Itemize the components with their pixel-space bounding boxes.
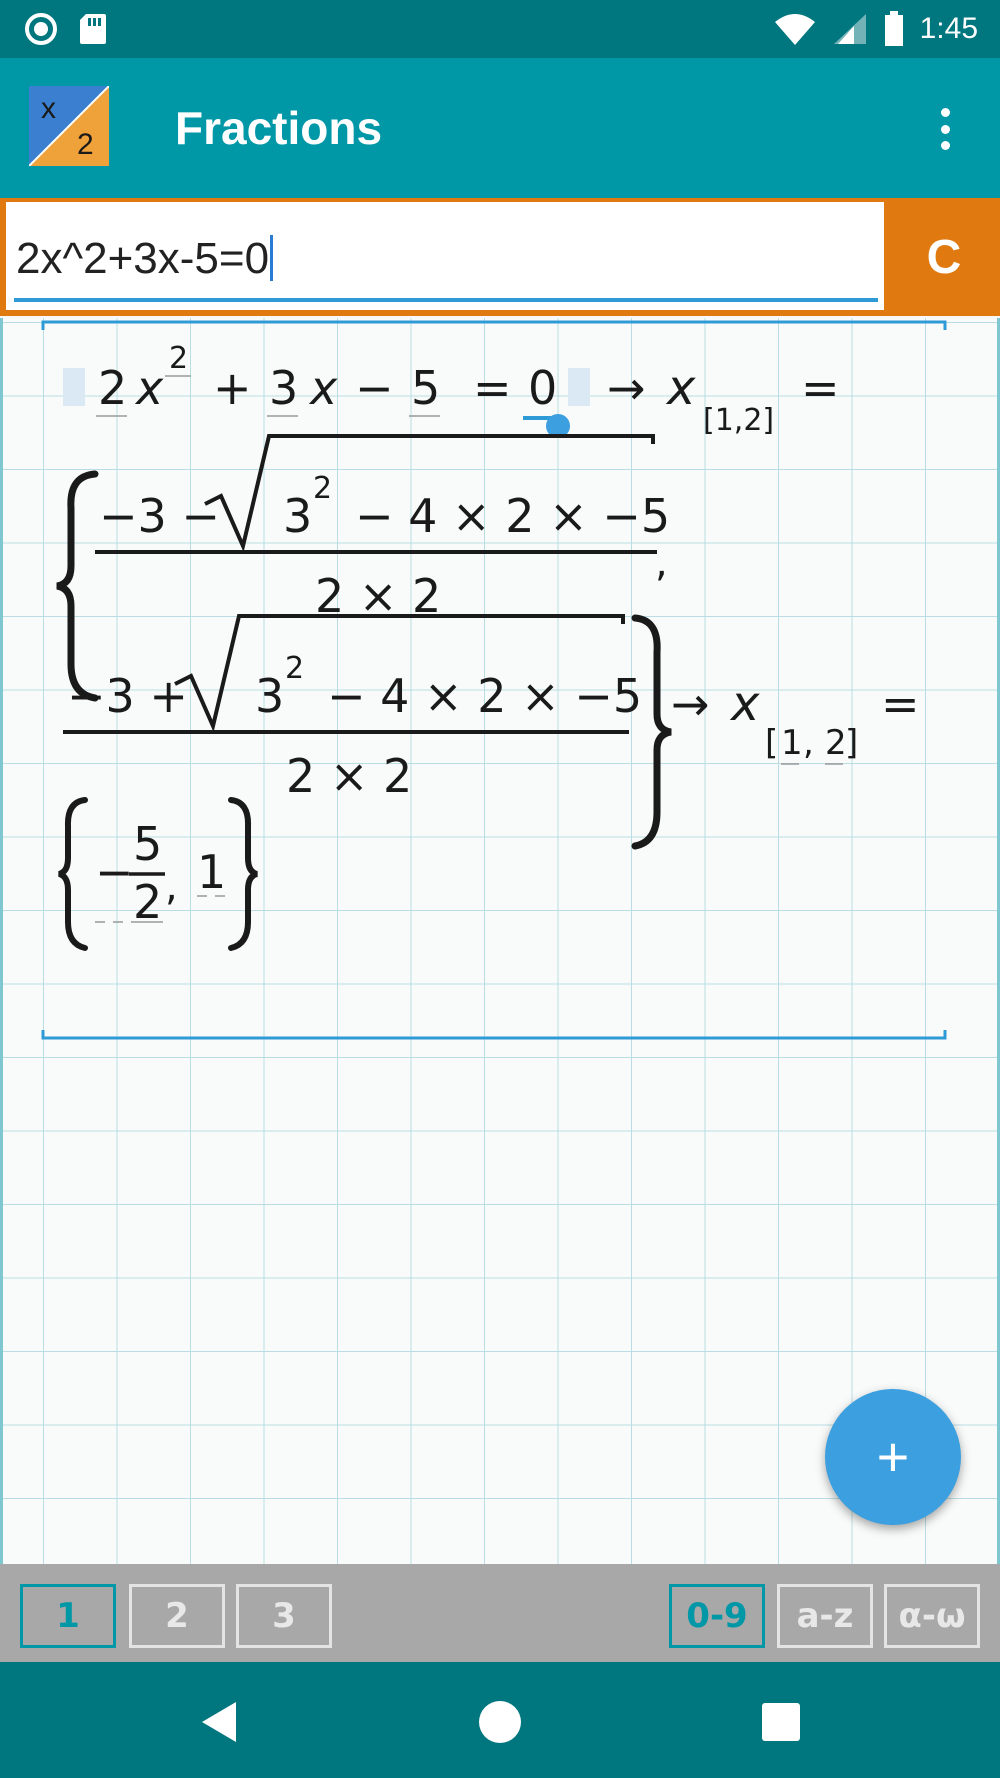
status-time: 1:45 xyxy=(919,12,978,45)
tab-sheet-1[interactable]: 1 xyxy=(20,1584,116,1648)
eq-var-x2: x xyxy=(308,361,338,415)
solution-minus: − xyxy=(95,845,134,899)
logo-bottom-text: 2 xyxy=(77,128,94,161)
root-2-radicand-base: 3 xyxy=(255,669,284,723)
solution-frac-denominator: 2 xyxy=(133,875,162,929)
record-icon xyxy=(25,13,57,45)
keyboard-tab-bar: 1 2 3 0-9 a-z α-ω xyxy=(0,1564,1000,1662)
solution-right-brace xyxy=(228,797,258,951)
solution-set: − 5 2 , 1 xyxy=(58,797,258,951)
logo-top-text: x xyxy=(41,92,56,125)
eq-coef-2: 2 xyxy=(98,361,127,415)
solution-second: 1 xyxy=(197,845,226,899)
status-bar: 1:45 xyxy=(0,0,1000,58)
worksheet[interactable]: 2 x 2 + 3 x − 5 = 0 → x [1,2] = −3 − 3 2… xyxy=(0,318,1000,1564)
result-index-2-comma: , xyxy=(803,723,814,763)
battery-icon xyxy=(884,11,903,46)
app-logo: x 2 xyxy=(29,86,109,166)
input-underline xyxy=(14,298,878,302)
root-2-radicand-rest: − 4 × 2 × −5 xyxy=(327,669,642,723)
signal-icon xyxy=(833,14,866,44)
left-brace xyxy=(56,470,99,702)
wifi-icon xyxy=(774,14,815,45)
math-output[interactable]: 2 x 2 + 3 x − 5 = 0 → x [1,2] = −3 − 3 2… xyxy=(3,318,997,1564)
root-2-numerator-prefix: −3 + xyxy=(67,669,188,723)
root-1-radicand-base: 3 xyxy=(283,489,312,543)
eq-coef-3: 3 xyxy=(269,361,298,415)
add-button[interactable]: + xyxy=(825,1389,961,1525)
result-index-2-first: 1 xyxy=(781,723,803,763)
eq-zero: 0 xyxy=(528,361,557,415)
eq-var-x: x xyxy=(134,361,164,415)
tab-sheet-3[interactable]: 3 xyxy=(236,1584,332,1648)
eq-exponent: 2 xyxy=(169,341,188,376)
result-var-1: x xyxy=(665,360,696,416)
text-caret xyxy=(270,235,274,281)
eq-minus: − xyxy=(355,361,394,415)
solution-comma: , xyxy=(165,864,178,910)
root-2-denominator: 2 × 2 xyxy=(286,749,412,803)
equation-line: 2 x 2 + 3 x − 5 = 0 → x [1,2] = xyxy=(63,341,840,438)
app-bar: x 2 Fractions xyxy=(0,58,1000,198)
result-equals-1: = xyxy=(801,361,840,415)
tab-keyboard-greek[interactable]: α-ω xyxy=(884,1584,980,1648)
eq-const-5: 5 xyxy=(411,361,440,415)
root-1-radicand-exp: 2 xyxy=(313,471,332,506)
root-1-numerator-prefix: −3 − xyxy=(99,489,220,543)
right-brace xyxy=(631,614,672,850)
root-1-comma: , xyxy=(655,540,668,586)
result-var-2: x xyxy=(729,676,760,732)
tab-keyboard-latin[interactable]: a-z xyxy=(777,1584,873,1648)
result-index-2-close: ] xyxy=(845,723,858,763)
more-vert-icon[interactable] xyxy=(930,102,960,156)
root-1-radicand-rest: − 4 × 2 × −5 xyxy=(355,489,670,543)
arrow-2: → xyxy=(671,677,710,731)
input-row: 2x^2+3x-5=0 C xyxy=(0,198,1000,316)
result-index-1: [1,2] xyxy=(703,403,774,438)
app-title: Fractions xyxy=(175,102,383,154)
solution-frac-numerator: 5 xyxy=(133,817,162,871)
result-index-2-second: 2 xyxy=(825,723,847,763)
eq-equals: = xyxy=(473,361,512,415)
root-2-fraction: −3 + 3 2 − 4 × 2 × −5 2 × 2 → x [ 1 , 2 … xyxy=(63,614,920,850)
recents-icon[interactable] xyxy=(751,1692,811,1752)
tab-sheet-2[interactable]: 2 xyxy=(129,1584,225,1648)
sd-card-icon xyxy=(80,14,106,44)
result-equals-2: = xyxy=(881,677,920,731)
expression-input-text[interactable]: 2x^2+3x-5=0 xyxy=(16,234,269,283)
eq-plus: + xyxy=(213,361,252,415)
arrow-1: → xyxy=(607,361,646,415)
tab-keyboard-digits[interactable]: 0-9 xyxy=(669,1584,765,1648)
home-icon[interactable] xyxy=(470,1692,530,1752)
result-index-2-open: [ xyxy=(765,723,778,763)
back-icon[interactable] xyxy=(190,1692,250,1752)
solution-left-brace xyxy=(58,797,88,951)
clear-button[interactable]: C xyxy=(888,198,1000,316)
expression-input[interactable]: 2x^2+3x-5=0 xyxy=(6,202,884,310)
root-2-radicand-exp: 2 xyxy=(285,651,304,686)
navigation-bar xyxy=(0,1662,1000,1778)
root-1-fraction: −3 − 3 2 − 4 × 2 × −5 2 × 2 , xyxy=(56,434,670,702)
